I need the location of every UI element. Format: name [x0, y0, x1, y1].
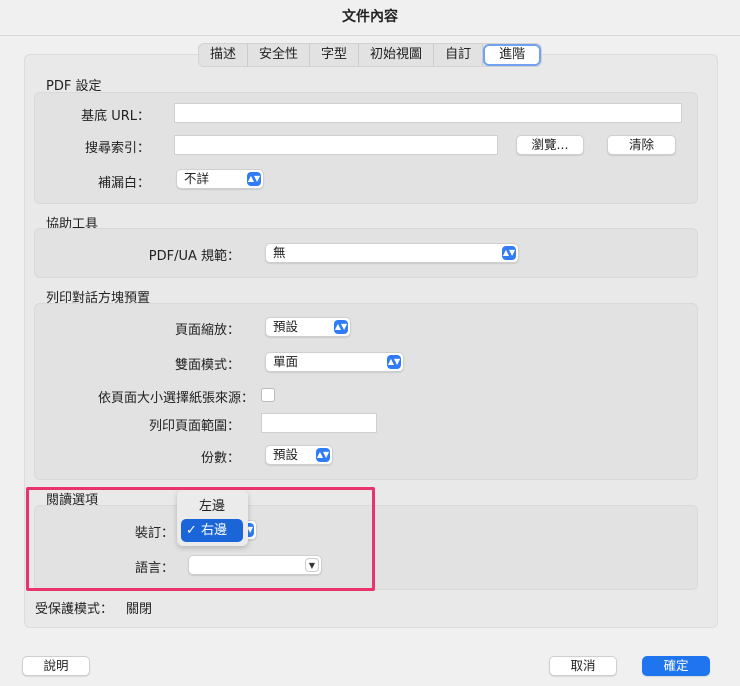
title-divider	[0, 35, 740, 36]
paper-source-label: 依頁面大小選擇紙張來源：	[97, 391, 254, 406]
page-range-label: 列印頁面範圍：	[148, 419, 240, 434]
pdfua-label: PDF/UA 規範：	[148, 249, 240, 264]
copies-value: 預設	[273, 447, 299, 462]
trapped-value: 不詳	[184, 171, 210, 186]
search-index-input[interactable]	[174, 135, 498, 155]
page-range-input[interactable]	[261, 413, 377, 433]
search-index-label: 搜尋索引：	[84, 141, 150, 156]
trapped-select[interactable]: 不詳 ▲▼	[176, 169, 264, 189]
window-title: 文件內容	[342, 9, 398, 25]
chevron-updown-icon: ▲▼	[316, 448, 330, 462]
base-url-label: 基底 URL：	[81, 109, 150, 124]
clear-button[interactable]: 清除	[607, 135, 676, 155]
chevron-updown-icon: ▲▼	[387, 355, 401, 369]
copies-select[interactable]: 預設 ▲▼	[265, 445, 333, 465]
tab-fonts[interactable]: 字型	[310, 44, 360, 66]
trapped-label: 補漏白：	[97, 176, 150, 191]
tab-description[interactable]: 描述	[199, 44, 249, 66]
protected-mode-value: 關閉	[126, 602, 153, 617]
cancel-button[interactable]: 取消	[549, 656, 617, 676]
pdfua-value: 無	[273, 245, 286, 260]
protected-mode-label: 受保護模式：	[35, 602, 114, 617]
paper-source-checkbox[interactable]	[261, 388, 275, 402]
page-scaling-value: 預設	[273, 319, 299, 334]
tab-advanced[interactable]: 進階	[483, 44, 542, 66]
duplex-value: 單面	[273, 354, 299, 369]
ok-button[interactable]: 確定	[642, 656, 710, 676]
duplex-select[interactable]: 單面 ▲▼	[265, 352, 404, 372]
highlight-box	[26, 487, 375, 591]
tab-security[interactable]: 安全性	[248, 44, 311, 66]
base-url-input[interactable]	[174, 103, 682, 123]
chevron-updown-icon: ▲▼	[334, 320, 348, 334]
chevron-updown-icon: ▲▼	[247, 172, 261, 186]
help-button[interactable]: 說明	[22, 656, 90, 676]
tab-bar: 描述 安全性 字型 初始視圖 自訂 進階	[198, 43, 543, 67]
page-scaling-select[interactable]: 預設 ▲▼	[265, 317, 351, 337]
chevron-updown-icon: ▲▼	[502, 246, 516, 260]
tab-initial-view[interactable]: 初始視圖	[359, 44, 435, 66]
page-scaling-label: 頁面縮放：	[174, 323, 240, 338]
browse-button[interactable]: 瀏覽...	[516, 135, 584, 155]
pdfua-select[interactable]: 無 ▲▼	[265, 243, 519, 263]
duplex-label: 雙面模式：	[174, 358, 240, 373]
copies-label: 份數：	[200, 451, 240, 466]
tab-custom[interactable]: 自訂	[434, 44, 484, 66]
